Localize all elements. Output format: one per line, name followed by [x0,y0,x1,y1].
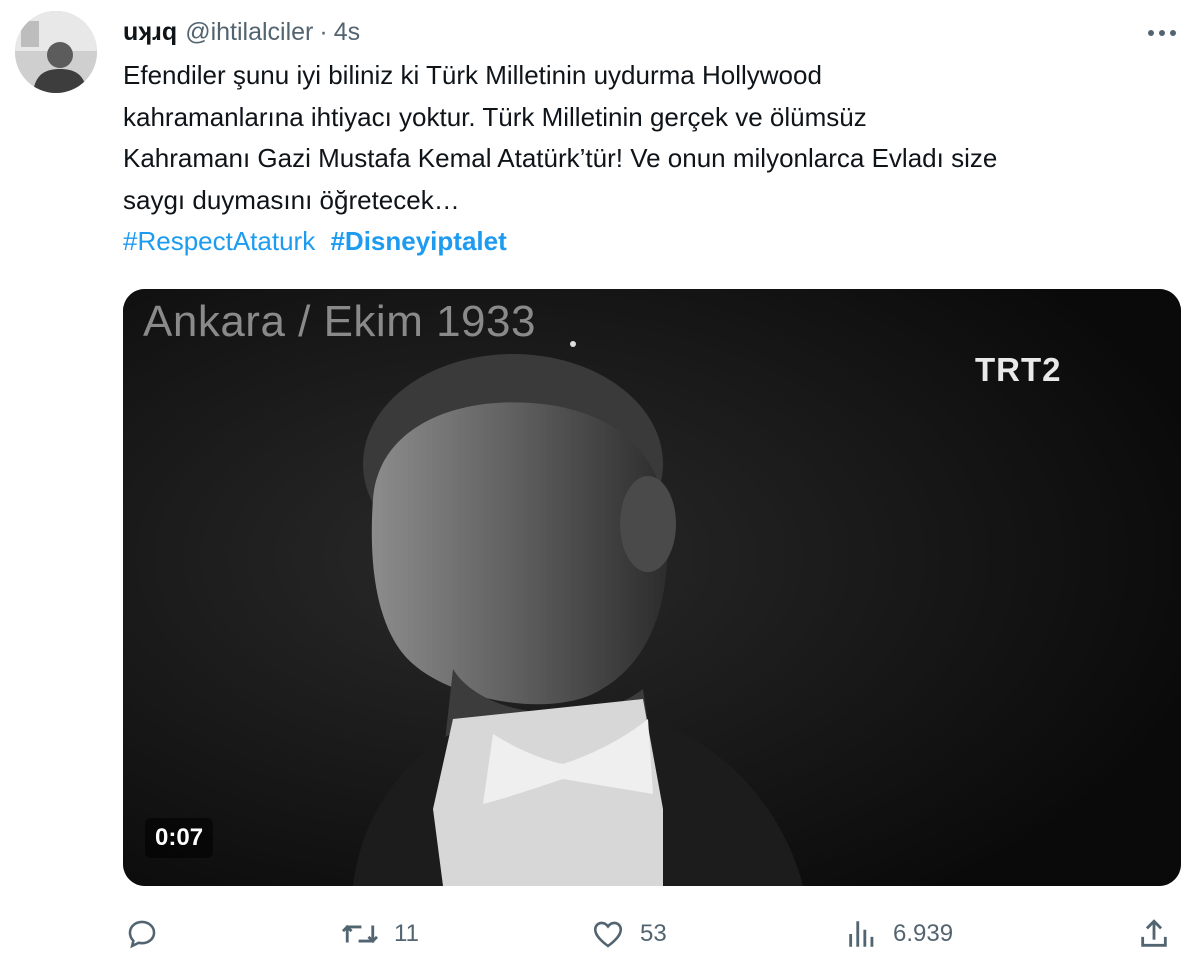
tweet-text-line: Efendiler şunu iyi biliniz ki Türk Mille… [123,60,822,90]
timestamp[interactable]: 4s [334,18,360,47]
video-player[interactable]: Ankara / Ekim 1933 TRT2 0:07 [123,289,1181,886]
more-options-button[interactable] [1140,18,1184,48]
heart-icon [590,917,626,951]
like-count: 53 [640,920,667,947]
tweet-text-line: saygı duymasını öğretecek… [123,184,460,215]
hashtags: #RespectAtaturk #Disneyiptalet [123,221,507,262]
views-chart-icon [845,917,879,951]
retweet-count: 11 [394,920,419,947]
reply-button[interactable] [125,904,173,964]
video-duration-badge: 0:07 [145,818,214,858]
views-count: 6.939 [893,920,954,947]
like-button[interactable]: 53 [590,904,667,964]
tweet-actions: 11 53 6.939 [0,904,1200,964]
tweet-header: uʞɹq @ihtilalciler · 4s [123,14,360,50]
display-name[interactable]: uʞɹq [123,18,177,47]
user-handle[interactable]: @ihtilalciler [185,18,313,47]
hashtag-link[interactable]: #RespectAtaturk [123,226,315,256]
channel-logo: TRT2 [975,351,1062,388]
retweet-button[interactable]: 11 [340,904,419,964]
hashtag-link[interactable]: #Disneyiptalet [330,226,506,256]
avatar-image [15,11,97,93]
video-caption: Ankara / Ekim 1933 [143,297,536,346]
reply-icon [125,917,159,951]
tweet-text-line: kahramanlarına ihtiyacı yoktur. Türk Mil… [123,101,867,132]
tweet-text-line: Kahramanı Gazi Mustafa Kemal Atatürk’tür… [123,143,998,173]
share-icon [1137,917,1171,951]
avatar[interactable] [15,11,97,93]
more-dots-icon [1148,30,1176,36]
retweet-icon [340,917,380,951]
separator-dot: · [319,17,328,46]
tweet-text: Efendiler şunu iyi biliniz ki Türk Mille… [123,55,1193,221]
share-button[interactable] [1137,904,1171,964]
views-button[interactable]: 6.939 [845,904,953,964]
